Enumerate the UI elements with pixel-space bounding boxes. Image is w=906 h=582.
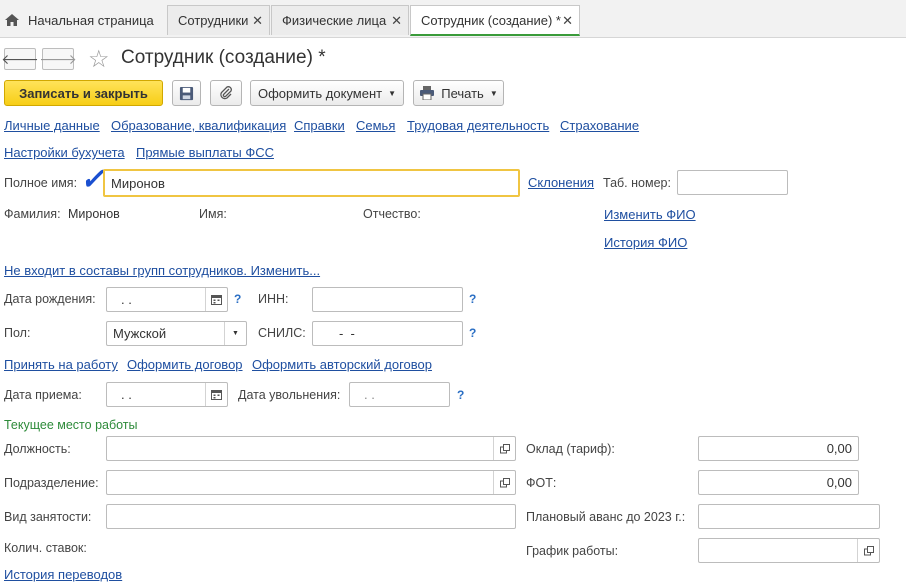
print-button[interactable]: Печать ▼ <box>413 80 504 106</box>
link-insurance[interactable]: Страхование <box>560 118 639 133</box>
link-contract[interactable]: Оформить договор <box>127 357 243 372</box>
close-icon[interactable]: ✕ <box>252 13 263 29</box>
link-hire[interactable]: Принять на работу <box>4 357 118 372</box>
tab-employee-create-label: Сотрудник (создание) * <box>421 12 561 28</box>
tab-home[interactable]: Начальная страница <box>0 5 165 35</box>
issue-document-button[interactable]: Оформить документ ▼ <box>250 80 404 106</box>
salary-input[interactable]: 0,00 <box>698 436 859 461</box>
fio-history-link[interactable]: История ФИО <box>604 235 687 250</box>
fot-input[interactable]: 0,00 <box>698 470 859 495</box>
help-icon[interactable]: ? <box>457 388 464 402</box>
position-label: Должность: <box>4 442 71 456</box>
advance-label: Плановый аванс до 2023 г.: <box>526 510 686 524</box>
employment-label: Вид занятости: <box>4 510 92 524</box>
forward-button[interactable]: 🡒 <box>39 48 77 70</box>
department-label: Подразделение: <box>4 476 99 490</box>
dropdown-arrow-icon[interactable]: ▼ <box>224 322 246 345</box>
arrow-left-icon: 🡐 <box>1 50 39 67</box>
checkmark-annotation: ✓ <box>80 163 106 196</box>
name-label: Имя: <box>199 207 227 221</box>
floppy-icon <box>179 86 194 100</box>
dropdown-arrow-icon: ▼ <box>388 88 397 98</box>
help-icon[interactable]: ? <box>234 292 241 306</box>
tab-employees[interactable]: Сотрудники ✕ <box>167 5 270 35</box>
schedule-label: График работы: <box>526 544 619 558</box>
calendar-icon[interactable] <box>205 383 227 406</box>
birthdate-label: Дата рождения: <box>4 292 96 306</box>
snils-value: - - <box>339 326 355 341</box>
save-button[interactable] <box>172 80 201 106</box>
hire-date-input[interactable]: . . <box>106 382 228 407</box>
attach-button[interactable] <box>210 80 242 106</box>
inn-label: ИНН: <box>258 292 289 306</box>
employment-input[interactable] <box>106 504 516 529</box>
gender-label: Пол: <box>4 326 31 340</box>
fire-date-value: . . <box>364 387 375 402</box>
surname-value: Миронов <box>68 207 120 221</box>
tab-individuals-label: Физические лица <box>282 13 387 28</box>
link-fss-payments[interactable]: Прямые выплаты ФСС <box>136 145 274 160</box>
gender-value: Мужской <box>113 326 167 341</box>
star-icon[interactable]: ☆ <box>88 45 110 74</box>
open-icon[interactable] <box>857 539 879 562</box>
tab-home-label: Начальная страница <box>28 12 154 28</box>
link-personal-data[interactable]: Личные данные <box>4 118 100 133</box>
birthdate-input[interactable]: . . <box>106 287 228 312</box>
help-icon[interactable]: ? <box>469 326 476 340</box>
link-accounting-settings[interactable]: Настройки бухучета <box>4 145 125 160</box>
link-education[interactable]: Образование, квалификация <box>111 118 286 133</box>
gender-select[interactable]: Мужской ▼ <box>106 321 247 346</box>
calendar-icon[interactable] <box>205 288 227 311</box>
rate-count-label: Колич. ставок: <box>4 541 87 555</box>
link-certificates[interactable]: Справки <box>294 118 345 133</box>
open-icon[interactable] <box>493 437 515 460</box>
save-close-button[interactable]: Записать и закрыть <box>4 80 163 106</box>
arrow-right-icon: 🡒 <box>39 50 77 67</box>
back-button[interactable]: 🡐 <box>1 48 39 70</box>
home-icon <box>5 14 19 26</box>
tab-number-input[interactable] <box>677 170 788 195</box>
birthdate-value: . . <box>121 292 132 307</box>
department-input[interactable] <box>106 470 516 495</box>
fire-date-input[interactable]: . . <box>349 382 450 407</box>
snils-label: СНИЛС: <box>258 326 306 340</box>
snils-input[interactable]: - - <box>312 321 463 346</box>
open-icon[interactable] <box>493 471 515 494</box>
issue-document-label: Оформить документ <box>257 85 383 101</box>
tab-employees-label: Сотрудники <box>178 13 249 28</box>
close-icon[interactable]: ✕ <box>562 13 573 29</box>
advance-input[interactable] <box>698 504 880 529</box>
dropdown-arrow-icon: ▼ <box>489 88 498 98</box>
hire-date-value: . . <box>121 387 132 402</box>
link-family[interactable]: Семья <box>356 118 395 133</box>
tab-individuals[interactable]: Физические лица ✕ <box>271 5 409 35</box>
print-label: Печать <box>441 85 484 101</box>
page-title: Сотрудник (создание) * <box>121 47 326 68</box>
close-icon[interactable]: ✕ <box>391 13 402 29</box>
declension-link[interactable]: Склонения <box>528 175 594 190</box>
groups-link[interactable]: Не входит в составы групп сотрудников. И… <box>4 263 320 278</box>
surname-label: Фамилия: <box>4 207 61 221</box>
patronymic-label: Отчество: <box>363 207 421 221</box>
inn-input[interactable] <box>312 287 463 312</box>
fullname-input[interactable]: Миронов <box>103 169 520 197</box>
link-work-history[interactable]: Трудовая деятельность <box>407 118 549 133</box>
help-icon[interactable]: ? <box>469 292 476 306</box>
position-input[interactable] <box>106 436 516 461</box>
current-work-heading: Текущее место работы <box>4 418 138 432</box>
fire-date-label: Дата увольнения: <box>238 388 341 402</box>
schedule-input[interactable] <box>698 538 880 563</box>
fullname-label: Полное имя: <box>4 176 78 190</box>
fot-label: ФОТ: <box>526 476 557 490</box>
tab-employee-create[interactable]: Сотрудник (создание) * ✕ <box>410 5 580 36</box>
change-fio-link[interactable]: Изменить ФИО <box>604 207 696 222</box>
paperclip-icon <box>220 86 232 100</box>
printer-icon <box>420 86 435 100</box>
transfers-history-link[interactable]: История переводов <box>4 567 122 582</box>
hire-date-label: Дата приема: <box>4 388 82 402</box>
tab-number-label: Таб. номер: <box>603 176 671 190</box>
link-author-contract[interactable]: Оформить авторский договор <box>252 357 432 372</box>
salary-label: Оклад (тариф): <box>526 442 615 456</box>
